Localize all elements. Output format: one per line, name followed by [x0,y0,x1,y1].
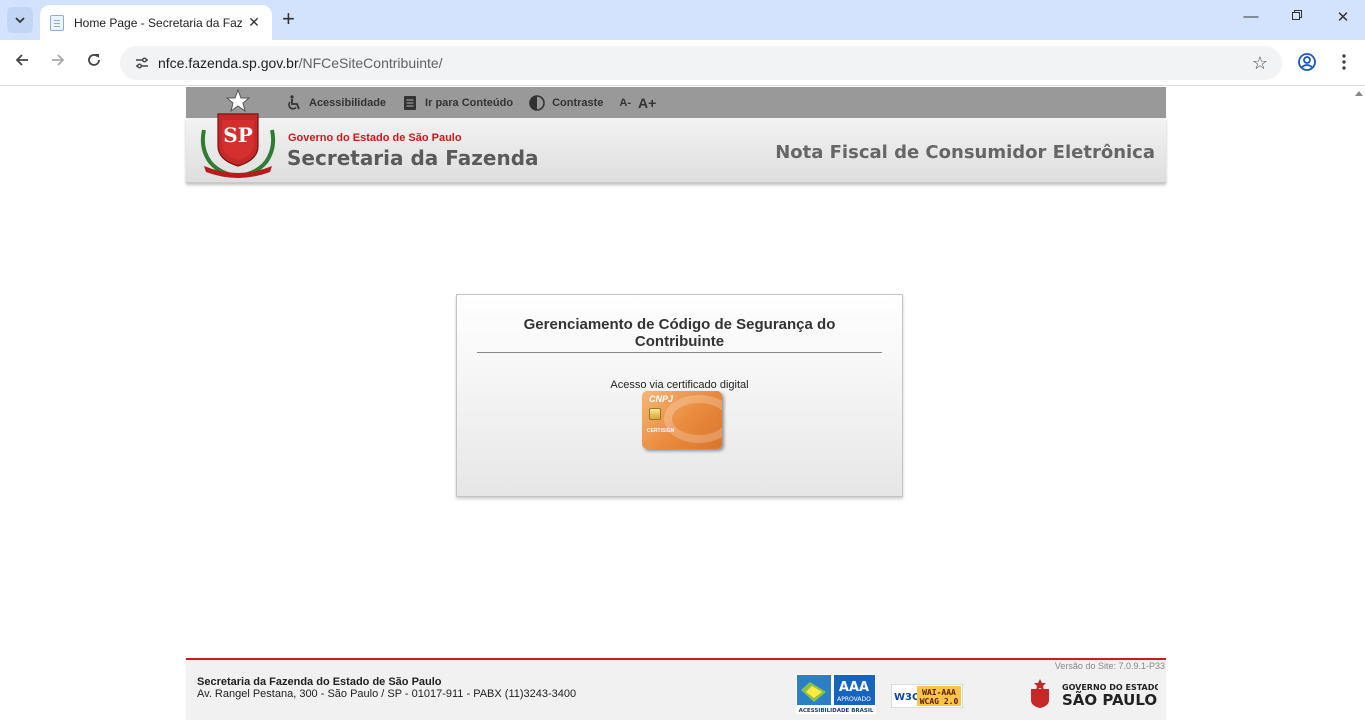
wheelchair-icon [286,94,302,111]
skip-to-content-link[interactable]: Ir para Conteúdo [402,95,513,111]
site-footer: Versão do Site: 7.0.9.1-P33 Secretaria d… [186,658,1166,720]
browser-tab[interactable]: Home Page - Secretaria da Fazenda ✕ [40,5,272,40]
wcag-text: WCAG 2.0 [920,697,959,706]
aaa-approved-text: APROVADO [837,696,871,703]
page-scrollbar[interactable] [1352,87,1365,720]
government-name: Governo do Estado de São Paulo [288,132,462,144]
aaa-text: AAA [839,680,869,695]
page-content: Acessibilidade Ir para Conteúdo Contrast… [0,87,1352,720]
page-favicon-icon [50,14,64,31]
profile-button[interactable] [1296,52,1318,74]
profile-icon [1298,53,1316,71]
digital-certificate-button[interactable]: CNPJ CERTISIGN [642,391,722,449]
panel-title: Gerenciamento de Código de Segurança do … [523,316,836,350]
arrow-right-icon [52,54,65,66]
accessibility-aaa-badge[interactable]: AAA APROVADO ACESSIBILIDADE BRASIL [796,674,876,714]
bookmark-star-icon[interactable]: ☆ [1252,53,1268,74]
new-tab-button[interactable]: + [282,8,295,30]
url-path: /NFCeSiteContribuinte/ [298,55,443,71]
minimize-window-button[interactable]: — [1241,8,1261,25]
close-window-button[interactable]: ✕ [1333,8,1353,26]
security-code-panel: Gerenciamento de Código de Segurança do … [456,294,903,497]
address-bar[interactable]: nfce.fazenda.sp.gov.br/NFCeSiteContribui… [120,46,1282,80]
accessibility-label: Acessibilidade [309,96,387,109]
kebab-menu-icon [1342,54,1346,70]
url-text: nfce.fazenda.sp.gov.br/NFCeSiteContribui… [158,55,443,71]
arrow-left-icon [15,54,28,66]
footer-address: Av. Rangel Pestana, 300 - São Paulo / SP… [197,688,577,700]
url-host: nfce.fazenda.sp.gov.br [158,55,299,71]
panel-divider [477,352,882,353]
w3c-logo-text: W3C [894,692,919,703]
card-cnpj-label: CNPJ [649,394,674,404]
card-brand-label: CERTISIGN [647,428,675,434]
skip-to-content-label: Ir para Conteúdo [425,96,514,109]
w3c-wcag-badge[interactable]: W3C WAI-AAA WCAG 2.0 [891,684,963,708]
site-header: SP Governo do Estado de São Paulo Secret… [186,88,1166,183]
site-info-icon[interactable] [132,53,152,73]
contrast-icon [529,94,545,111]
close-tab-icon[interactable]: ✕ [246,14,262,31]
chevron-down-icon [15,17,25,24]
accessibility-link[interactable]: Acessibilidade [286,94,387,111]
contrast-label: Contraste [552,96,604,109]
browser-menu-button[interactable] [1333,52,1355,74]
site-version: Versão do Site: 7.0.9.1-P33 [1054,661,1165,671]
tab-title: Home Page - Secretaria da Fazenda [74,15,242,30]
restore-window-button[interactable] [1287,8,1307,25]
reload-icon [88,54,100,66]
system-title: Nota Fiscal de Consumidor Eletrônica [775,142,1155,163]
certificate-access-label: Acesso via certificado digital [610,379,749,391]
aaa-caption: ACESSIBILIDADE BRASIL [799,708,874,714]
footer-org-name: Secretaria da Fazenda do Estado de São P… [197,676,442,688]
back-button[interactable] [11,52,33,74]
gov-logo-line2: SÃO PAULO [1062,690,1157,708]
accessibility-bar: Acessibilidade Ir para Conteúdo Contrast… [186,87,1166,118]
seal-letters: SP [223,123,252,147]
font-increase-button[interactable]: A+ [638,95,656,111]
browser-toolbar: nfce.fazenda.sp.gov.br/NFCeSiteContribui… [0,40,1365,86]
department-name: Secretaria da Fazenda [287,146,539,170]
browser-tab-strip: Home Page - Secretaria da Fazenda ✕ + — … [0,0,1365,40]
contrast-toggle[interactable]: Contraste [529,94,604,111]
document-icon [402,95,418,111]
smart-card-chip-icon [649,408,661,420]
reload-button[interactable] [83,52,105,74]
wai-aaa-text: WAI-AAA [922,688,956,697]
governo-sao-paulo-logo[interactable]: GOVERNO DO ESTADO SÃO PAULO [1026,678,1158,708]
restore-icon [1292,10,1302,20]
tab-search-button[interactable] [7,7,33,33]
font-decrease-button[interactable]: A- [619,97,631,109]
sao-paulo-coat-of-arms-icon: SP [200,88,276,179]
scroll-up-arrow-icon[interactable] [1355,91,1363,96]
forward-button[interactable] [47,52,69,74]
